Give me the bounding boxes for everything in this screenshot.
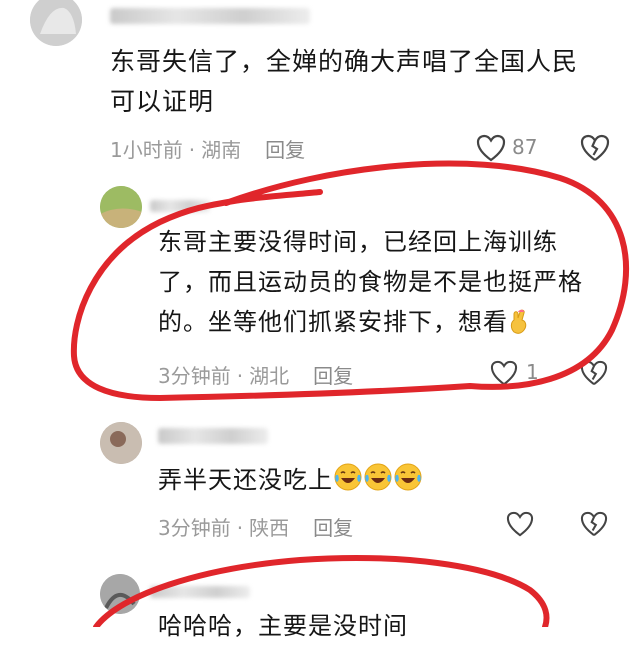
comment-text: 哈哈哈，主要是没时间 (158, 606, 408, 646)
broken-heart-icon[interactable] (580, 360, 608, 386)
comment-meta: 3分钟前 · 陕西 回复 (158, 512, 353, 541)
avatar[interactable] (100, 422, 142, 464)
like-count: 1 (526, 360, 539, 384)
avatar-image-icon (100, 422, 142, 464)
avatar-image-icon (100, 186, 142, 228)
broken-heart-icon[interactable] (580, 511, 608, 537)
username-blurred[interactable] (150, 200, 210, 212)
username-blurred[interactable] (158, 428, 268, 444)
broken-heart-icon[interactable] (580, 134, 610, 162)
comment-text-line: 了，而且运动员的食物是不是也挺严格 (158, 268, 583, 296)
comment-time: 1小时前 (110, 138, 183, 162)
comment-text-line: 弄半天还没吃上 (158, 460, 423, 500)
heart-icon[interactable] (476, 134, 506, 162)
laughing-tears-emoji (364, 463, 392, 491)
laughing-tears-emoji (334, 463, 362, 491)
avatar-image-icon (30, 0, 82, 46)
comment-text-line: 东哥失信了，全婵的确大声唱了全国人民 (110, 47, 579, 76)
comment-text-line: 东哥主要没得时间，已经回上海训练 (158, 228, 558, 256)
meta-separator: · (236, 364, 244, 388)
comment-text-line: 可以证明 (110, 87, 215, 116)
comment-location: 湖南 (201, 138, 242, 162)
meta-separator: · (188, 138, 196, 162)
comment-text: 东哥失信了，全婵的确大声唱了全国人民 可以证明 (110, 42, 578, 122)
comment-meta: 3分钟前 · 湖北 回复 (158, 360, 353, 389)
avatar[interactable] (30, 0, 82, 46)
comment-text: 东哥主要没得时间，已经回上海训练 了，而且运动员的食物是不是也挺严格 的。坐等他… (158, 222, 583, 342)
comment-time: 3分钟前 (158, 516, 231, 540)
comment-location: 湖北 (249, 364, 290, 388)
comment-text: 弄半天还没吃上 (158, 460, 423, 500)
comment-time: 3分钟前 (158, 364, 231, 388)
heart-icon[interactable] (490, 360, 518, 386)
meta-separator: · (236, 516, 244, 540)
laughing-tears-emoji (394, 463, 422, 491)
heart-icon[interactable] (506, 511, 534, 537)
comment-text-segment: 弄半天还没吃上 (158, 466, 333, 494)
username-blurred[interactable] (110, 8, 310, 24)
comment-text-line: 哈哈哈，主要是没时间 (158, 612, 408, 640)
username-blurred[interactable] (150, 586, 250, 598)
comment-text-segment: 的。坐等他们抓紧安排下，想看 (158, 308, 508, 336)
comment-meta: 1小时前 · 湖南 回复 (110, 134, 305, 163)
crossed-fingers-emoji (510, 309, 527, 334)
avatar-image-icon (100, 574, 140, 614)
like-count: 87 (512, 135, 538, 159)
reply-button[interactable]: 回复 (313, 516, 353, 540)
reply-button[interactable]: 回复 (265, 138, 305, 162)
reply-button[interactable]: 回复 (313, 364, 353, 388)
avatar[interactable] (100, 574, 140, 614)
avatar[interactable] (100, 186, 142, 228)
comment-location: 陕西 (249, 516, 290, 540)
comment-text-line: 的。坐等他们抓紧安排下，想看 (158, 302, 583, 342)
